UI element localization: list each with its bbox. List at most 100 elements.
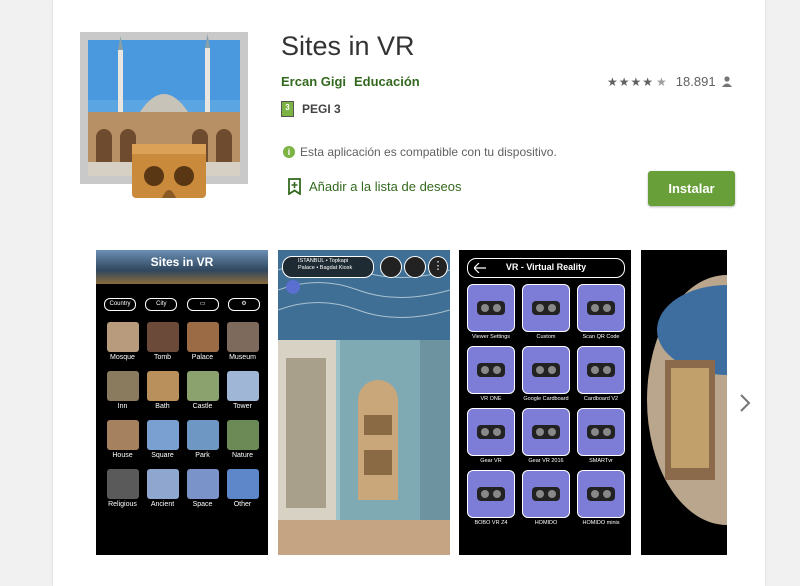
category-thumbnail [106,371,139,401]
vr-viewer-label: Scan QR Code [582,334,620,340]
compatibility-text: Esta aplicación es compatible con tu dis… [300,145,557,159]
shot1-filter-pills: Country City ▭ ⚙ [104,298,260,311]
screenshot-2[interactable]: ISTANBUL • Topkapi Palace • Bagdat Kiosk… [278,250,450,555]
category-label: Nature [231,452,253,459]
screenshot-3[interactable]: VR - Virtual Reality Viewer Settings Cust… [459,250,631,555]
vr-headset-icon [522,284,570,332]
category-thumbnail [186,322,219,352]
star-rating-icon: ★★★★ [607,74,655,89]
vr-headset-icon [577,284,625,332]
vr-headset-icon [577,470,625,518]
screenshot-4[interactable] [641,250,727,555]
shot1-country-pill: Country [104,298,136,311]
vr-headset-icon [467,408,515,456]
shot1-category-grid: Mosque Tomb Palace Museum Inn Bath Castle Tower… [104,322,260,508]
category-thumbnail [146,469,179,499]
category-link[interactable]: Educación [354,74,420,89]
vr-viewer-label: VR ONE [480,396,502,402]
category-thumbnail [186,420,219,450]
shot3-header: VR - Virtual Reality [467,258,625,278]
wishlist-label: Añadir a la lista de deseos [309,179,462,194]
pegi-label: PEGI 3 [302,102,341,116]
shot1-category-item: Square [144,420,181,459]
category-thumbnail [186,371,219,401]
vr-headset-icon [467,346,515,394]
category-label: Square [151,452,174,459]
shot1-category-item: House [104,420,141,459]
vr-viewer-label: Cardboard V2 [583,396,619,402]
person-icon [721,76,732,87]
pegi-rating: 3 PEGI 3 [281,101,341,117]
vr-viewer-item: Custom [520,284,572,340]
add-to-wishlist-button[interactable]: Añadir a la lista de deseos [288,178,461,195]
rating-count: 18.891 [675,74,716,89]
category-label: Space [192,501,213,508]
vr-viewer-item: Gear VR [465,408,517,464]
vr-viewer-item: BOBO VR Z4 [465,470,517,526]
vr-viewer-label: Custom [536,334,556,340]
category-thumbnail [106,322,139,352]
vr-viewer-label: Gear VR 2016 [528,458,564,464]
vr-viewer-item: HOMIDO minis [575,470,627,526]
shot1-category-item: Castle [184,371,221,410]
vr-headset-icon [522,470,570,518]
vr-viewer-item: Google Cardboard [520,346,572,402]
screenshot-1[interactable]: Sites in VR Country City ▭ ⚙ Mosque Tomb P… [96,250,268,555]
shot1-category-item: Religious [104,469,141,508]
developer-link[interactable]: Ercan Gigi [281,74,346,89]
install-button[interactable]: Instalar [648,171,735,206]
app-icon [80,32,248,198]
category-thumbnail [146,420,179,450]
shot1-category-item: Mosque [104,322,141,361]
category-thumbnail [226,371,259,401]
vr-viewer-label: BOBO VR Z4 [474,520,508,526]
category-thumbnail [146,322,179,352]
category-label: Castle [192,403,213,410]
shot1-category-item: Bath [144,371,181,410]
vr-viewer-item: VR ONE [465,346,517,402]
more-icon: ⋮ [428,256,448,278]
vr-viewer-item: Viewer Settings [465,284,517,340]
vr-viewer-item: SMARTvr [575,408,627,464]
shot1-category-item: Space [184,469,221,508]
shot1-category-item: Inn [104,371,141,410]
category-thumbnail [106,420,139,450]
vr-viewer-label: HOMIDO [534,520,558,526]
vr-headset-icon [522,408,570,456]
shot2-top-bar: ISTANBUL • Topkapi Palace • Bagdat Kiosk… [282,256,448,278]
category-thumbnail [226,322,259,352]
shot2-place-label: ISTANBUL • Topkapi Palace • Bagdat Kiosk [298,258,353,271]
shot1-category-item: Tower [224,371,261,410]
category-label: Park [195,452,210,459]
vr-headset-icon [467,470,515,518]
next-screenshot-chevron-icon[interactable] [738,392,752,414]
category-label: Palace [191,354,214,361]
shot1-category-item: Ancient [144,469,181,508]
category-label: Bath [155,403,170,410]
pegi-badge-icon: 3 [281,101,294,117]
bookmark-add-icon [288,178,301,195]
palace-interior-image [278,250,450,555]
shot1-title: Sites in VR [150,255,214,269]
vr-viewer-item: HOMIDO [520,470,572,526]
category-label: Other [233,501,252,508]
vr-headset-icon [577,346,625,394]
half-star-icon: ★ [656,74,668,89]
shot1-city-pill: City [145,298,178,311]
shot1-category-item: Tomb [144,322,181,361]
vr-viewer-label: Viewer Settings [471,334,511,340]
gyro-indicator-icon [286,280,300,294]
shot1-category-item: Park [184,420,221,459]
shot1-category-item: Palace [184,322,221,361]
shot3-title: VR - Virtual Reality [505,262,587,272]
info-icon: i [283,146,295,158]
vr-headset-icon [522,346,570,394]
category-thumbnail [146,371,179,401]
vr-viewer-label: Gear VR [480,458,502,464]
compatibility-notice: i Esta aplicación es compatible con tu d… [283,145,557,159]
shot1-category-item: Other [224,469,261,508]
vr-viewer-label: Google Cardboard [523,396,569,402]
category-thumbnail [106,469,139,499]
category-label: Tomb [153,354,172,361]
category-label: Ancient [150,501,175,508]
